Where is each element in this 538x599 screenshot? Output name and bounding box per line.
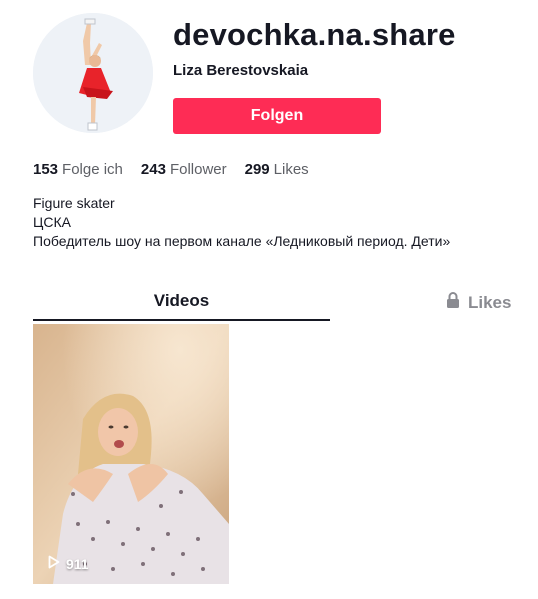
avatar[interactable] xyxy=(33,13,153,133)
stat-followers[interactable]: 243 Follower xyxy=(141,160,227,180)
following-count: 153 xyxy=(33,161,59,178)
lock-icon xyxy=(446,288,460,318)
likes-count: 299 xyxy=(244,161,270,178)
bio-line: Figure skater xyxy=(33,195,115,211)
tab-active-indicator xyxy=(33,319,330,321)
stat-likes: 299 Likes xyxy=(245,160,309,180)
profile-tabs: Videos Likes xyxy=(33,286,523,322)
play-icon xyxy=(48,555,60,572)
followers-count: 243 xyxy=(140,161,166,178)
play-count-value: 911 xyxy=(66,555,89,572)
video-play-count: 911 xyxy=(48,555,89,572)
full-name: Liza Berestovskaia xyxy=(173,62,309,79)
follow-button[interactable]: Folgen xyxy=(173,98,381,134)
tab-likes-label: Likes xyxy=(468,293,512,312)
username: devochka.na.share xyxy=(173,17,456,52)
following-label: Folge ich xyxy=(62,161,123,178)
profile-page: devochka.na.share Liza Berestovskaia Fol… xyxy=(0,0,538,599)
bio: Figure skater ЦСКА Победитель шоу на пер… xyxy=(33,194,450,251)
avatar-image xyxy=(33,13,153,133)
video-thumbnail xyxy=(33,324,229,584)
bio-line: Победитель шоу на первом канале «Леднико… xyxy=(33,233,451,249)
tab-videos[interactable]: Videos xyxy=(33,286,330,320)
likes-label: Likes xyxy=(273,161,309,178)
profile-stats: 153 Folge ich 243 Follower 299 Likes xyxy=(33,160,327,180)
stat-following[interactable]: 153 Folge ich xyxy=(33,160,123,180)
followers-label: Follower xyxy=(169,161,227,178)
video-card[interactable]: 911 xyxy=(33,324,229,584)
tab-likes[interactable]: Likes xyxy=(446,286,511,320)
bio-line: ЦСКА xyxy=(33,214,71,230)
